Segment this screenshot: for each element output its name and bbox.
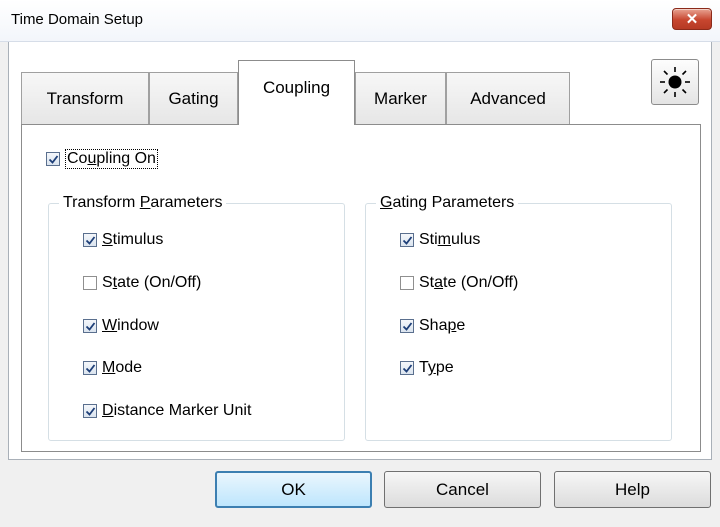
sun-icon [660, 67, 690, 97]
checkbox-label: State (On/Off) [419, 274, 519, 291]
tab-label: Advanced [470, 88, 546, 108]
checkbox-label: Type [419, 359, 454, 376]
checkbox-label: Stimulus [102, 231, 164, 248]
check-icon [402, 321, 412, 331]
window-title: Time Domain Setup [11, 11, 143, 28]
gating-shape-checkbox[interactable]: Shape [400, 317, 465, 335]
tab-label: Marker [374, 88, 427, 108]
checkbox-box [400, 233, 414, 247]
transform-state-checkbox[interactable]: State (On/Off) [83, 274, 201, 292]
light-toggle-button[interactable] [651, 59, 699, 105]
button-label: Cancel [436, 479, 489, 499]
gating-parameters-group: Gating Parameters Stimulus State (On/Off… [365, 194, 672, 441]
check-icon [402, 235, 412, 245]
check-icon [85, 321, 95, 331]
checkbox-box [83, 276, 97, 290]
tab-label: Transform [46, 88, 124, 108]
checkbox-box [46, 152, 60, 166]
coupling-on-checkbox[interactable]: Coupling On [46, 149, 158, 169]
title-bar: Time Domain Setup ✕ [0, 0, 720, 42]
check-icon [85, 363, 95, 373]
transform-distance-marker-unit-checkbox[interactable]: Distance Marker Unit [83, 402, 251, 420]
check-icon [85, 235, 95, 245]
transform-mode-checkbox[interactable]: Mode [83, 359, 142, 377]
checkbox-label: Mode [102, 359, 143, 376]
transform-stimulus-checkbox[interactable]: Stimulus [83, 231, 163, 249]
tab-gating[interactable]: Gating [149, 72, 238, 124]
gating-state-checkbox[interactable]: State (On/Off) [400, 274, 518, 292]
close-button[interactable]: ✕ [672, 8, 712, 30]
coupling-on-label: Coupling On [65, 149, 158, 169]
checkbox-box [400, 276, 414, 290]
checkbox-box [83, 404, 97, 418]
button-label: OK [281, 479, 306, 499]
tab-marker[interactable]: Marker [355, 72, 446, 124]
gating-type-checkbox[interactable]: Type [400, 359, 454, 377]
help-button[interactable]: Help [554, 471, 711, 508]
gating-stimulus-checkbox[interactable]: Stimulus [400, 231, 480, 249]
checkbox-box [400, 319, 414, 333]
checkbox-box [83, 233, 97, 247]
tab-label: Gating [168, 88, 219, 108]
transform-window-checkbox[interactable]: Window [83, 317, 159, 335]
checkbox-box [83, 319, 97, 333]
checkbox-box [400, 361, 414, 375]
group-title: Gating Parameters [376, 194, 519, 212]
checkbox-label: Stimulus [419, 231, 481, 248]
close-icon: ✕ [685, 11, 699, 28]
check-icon [85, 406, 95, 416]
check-icon [48, 154, 58, 164]
check-icon [402, 363, 412, 373]
tab-label: Coupling [262, 78, 331, 97]
cancel-button[interactable]: Cancel [384, 471, 541, 508]
checkbox-box [83, 361, 97, 375]
checkbox-label: Window [102, 317, 159, 334]
tab-transform[interactable]: Transform [21, 72, 149, 124]
checkbox-label: Distance Marker Unit [102, 402, 252, 419]
button-label: Help [615, 479, 650, 499]
tab-advanced[interactable]: Advanced [446, 72, 570, 124]
ok-button[interactable]: OK [215, 471, 372, 508]
group-title: Transform Parameters [59, 194, 227, 212]
tab-coupling[interactable]: Coupling [238, 60, 355, 125]
checkbox-label: Shape [419, 317, 466, 334]
coupling-panel: Coupling On Transform Parameters Stimulu… [21, 124, 701, 452]
transform-parameters-group: Transform Parameters Stimulus State (On/… [48, 194, 345, 441]
checkbox-label: State (On/Off) [102, 274, 202, 291]
